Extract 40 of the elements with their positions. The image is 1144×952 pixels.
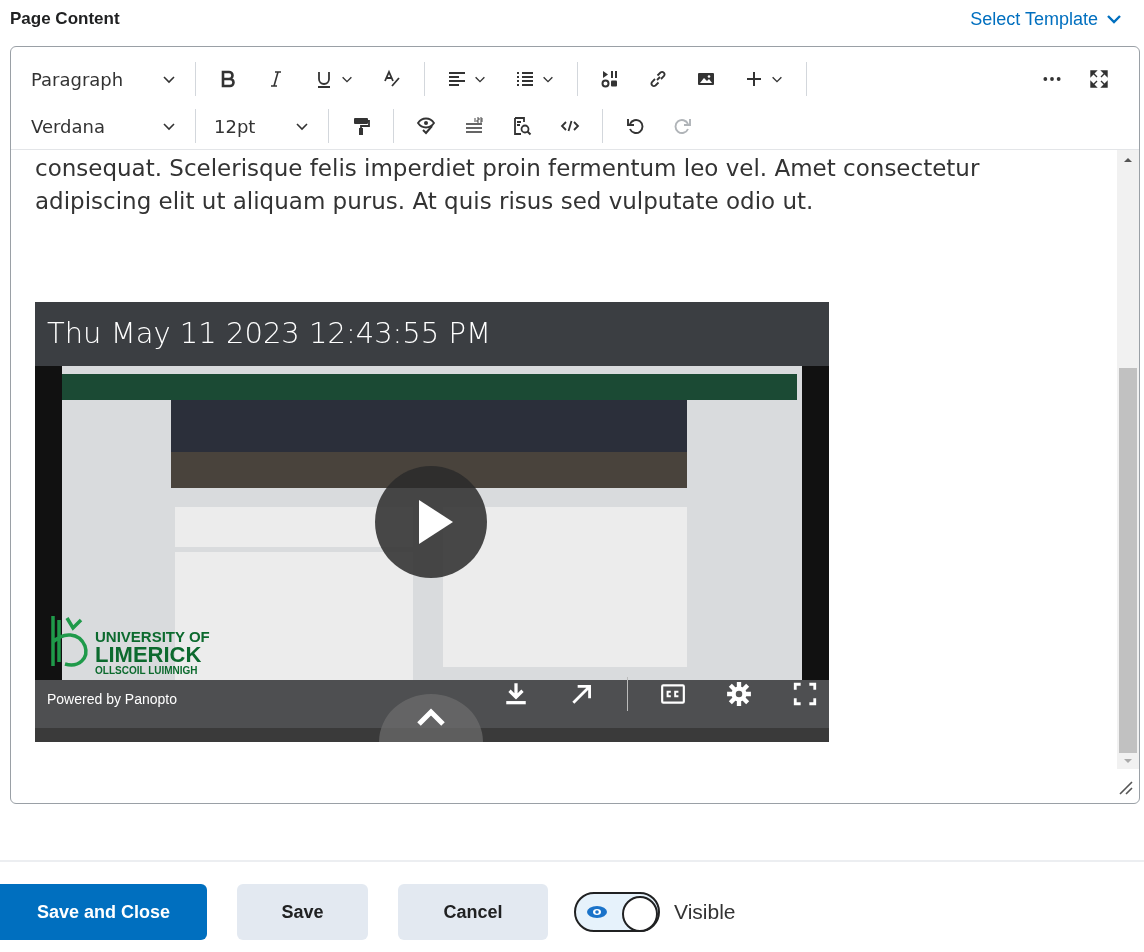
chevron-up-icon[interactable] xyxy=(379,694,483,742)
text-format-icon xyxy=(382,69,402,89)
paint-roller-icon xyxy=(351,116,371,136)
format-dropdown[interactable]: Paragraph xyxy=(21,62,187,96)
logo-text: UNIVERSITY OF xyxy=(95,629,210,644)
play-icon[interactable] xyxy=(375,466,487,578)
video-title: Thu May 11 2023 12:43:55 PM xyxy=(47,316,491,350)
captions-icon[interactable] xyxy=(660,681,686,707)
footer-button[interactable]: Cancel xyxy=(398,884,548,940)
fullscreen-icon xyxy=(1089,69,1109,89)
format-dropdown[interactable]: 12pt xyxy=(204,109,320,143)
select-template-link[interactable]: Select Template xyxy=(970,8,1122,30)
undo-icon xyxy=(625,116,645,136)
list-icon xyxy=(515,69,535,89)
align-left-icon xyxy=(447,69,467,89)
download-icon[interactable] xyxy=(503,681,529,707)
footer-button[interactable]: Save xyxy=(237,884,368,940)
redo-icon xyxy=(673,116,693,136)
find-icon xyxy=(512,116,532,136)
more-icon xyxy=(1043,77,1061,81)
footer-button[interactable]: Save and Close xyxy=(0,884,207,940)
eye-check-icon xyxy=(416,116,436,136)
section-title: Page Content xyxy=(10,9,120,29)
plus-icon xyxy=(744,69,764,89)
line-numbers-icon xyxy=(464,116,484,136)
visibility-label: Visible xyxy=(674,900,736,924)
logo-text: LIMERICK xyxy=(95,644,203,666)
media-icon xyxy=(600,69,620,89)
credit-text: Powered by Panopto xyxy=(47,691,177,707)
format-dropdown[interactable]: Verdana xyxy=(21,109,187,143)
settings-icon[interactable] xyxy=(726,681,752,707)
link-icon xyxy=(648,69,668,89)
paragraph-text: consequat. Scelerisque felis imperdiet proin fermentum leo vel. Amet consectetur adipiscing elit ut aliquam purus. At quis risus sed vulputate odio ut. xyxy=(35,154,981,216)
eye-icon xyxy=(586,905,608,919)
visibility-toggle[interactable] xyxy=(574,892,660,932)
fullscreen-icon[interactable] xyxy=(792,681,818,707)
scroll-up-icon[interactable] xyxy=(1123,156,1133,164)
scrollbar-thumb[interactable] xyxy=(1119,368,1137,753)
resize-handle-icon[interactable] xyxy=(1117,779,1133,795)
logo-text: OLLSCOIL LUIMNIGH xyxy=(95,666,199,676)
